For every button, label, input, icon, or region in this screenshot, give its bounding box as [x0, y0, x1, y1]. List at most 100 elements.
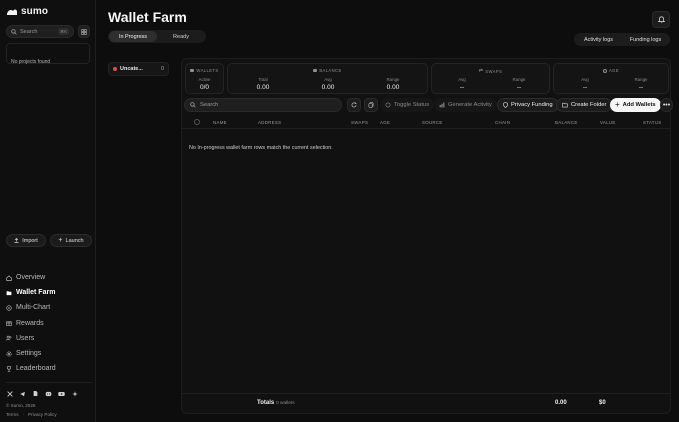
stat-value: 0.00: [386, 84, 400, 91]
app-root: sumo Search ⌘K No projects found Import …: [0, 0, 679, 422]
create-folder-button[interactable]: Create Folder: [556, 98, 613, 112]
gear-icon: [6, 351, 12, 357]
x-icon[interactable]: [6, 390, 13, 397]
stat-value: --: [582, 84, 588, 91]
totals-wallet-count: 0 wallets: [276, 401, 295, 406]
stat-value: 0.00: [256, 84, 270, 91]
toggle-status-label: Toggle Status: [394, 102, 430, 108]
search-icon: [11, 28, 17, 35]
youtube-icon[interactable]: [58, 390, 65, 397]
launch-button[interactable]: + Launch: [50, 234, 92, 247]
column-header-balance[interactable]: BALANCE: [555, 120, 578, 125]
toggle-status-button[interactable]: Toggle Status: [380, 98, 435, 112]
footer-links: Terms · Privacy Policy: [6, 412, 57, 417]
column-header-swaps[interactable]: SWAPS: [351, 120, 368, 125]
projects-list: No projects found: [6, 43, 90, 65]
stat-value: --: [459, 84, 465, 91]
folder-icon: [6, 290, 12, 296]
tab-funding-logs[interactable]: Funding logs: [622, 34, 669, 45]
stat-label: Avg: [581, 77, 589, 82]
sparkle-icon[interactable]: [71, 390, 78, 397]
balance-icon: [313, 69, 318, 72]
sidebar-item-label: Rewards: [16, 319, 44, 327]
sidebar-item-multi-chart[interactable]: Multi-Chart: [6, 300, 92, 315]
sidebar-item-settings[interactable]: Settings: [6, 346, 92, 361]
page-title: Wallet Farm: [108, 9, 187, 25]
stat-value: --: [638, 84, 644, 91]
column-header-address[interactable]: ADDRESS: [258, 120, 281, 125]
refresh-button[interactable]: [347, 98, 361, 112]
column-header-chain[interactable]: CHAIN: [495, 120, 510, 125]
telegram-icon[interactable]: [19, 390, 26, 397]
column-header-source[interactable]: SOURCE: [422, 120, 443, 125]
sidebar-item-overview[interactable]: Overview: [6, 270, 92, 285]
sidebar-search-input[interactable]: Search ⌘K: [6, 25, 74, 38]
sidebar-item-leaderboard[interactable]: Leaderboard: [6, 361, 92, 376]
privacy-link[interactable]: Privacy Policy: [28, 412, 57, 417]
folder-item-uncategorized[interactable]: Uncate... 0: [108, 62, 169, 76]
brand[interactable]: sumo: [6, 6, 48, 17]
more-options-button[interactable]: •••: [660, 98, 673, 112]
select-all-checkbox[interactable]: [194, 119, 200, 125]
tab-activity-logs[interactable]: Activity logs: [575, 34, 622, 45]
stat-card-age: AGE Avg -- Range --: [553, 63, 669, 94]
column-header-value[interactable]: VALUE: [600, 120, 616, 125]
rewards-icon: [6, 320, 12, 326]
tab-ready[interactable]: Ready: [157, 31, 205, 42]
clock-icon: [602, 68, 607, 73]
sidebar-item-label: Overview: [16, 274, 46, 282]
copyright: © Sumo, 2026: [6, 403, 36, 408]
tab-in-progress[interactable]: In Progress: [109, 31, 157, 42]
stat-card-wallets: WALLETS Active 0/0: [185, 63, 224, 94]
wallet-search-input[interactable]: Search: [184, 98, 342, 112]
ellipsis-icon: •••: [662, 101, 671, 109]
wallet-search-placeholder: Search: [200, 102, 219, 108]
stat-label: Range: [512, 77, 526, 82]
notifications-button[interactable]: [652, 11, 670, 28]
sidebar-item-users[interactable]: Users: [6, 331, 92, 346]
wallet-farm-panel: WALLETS Active 0/0 BALANCE Total 0.00 Av…: [181, 58, 673, 414]
stat-title: SWAPS: [485, 68, 503, 74]
plus-icon: +: [615, 100, 620, 109]
social-links: [6, 390, 78, 397]
projects-empty-text: No projects found: [11, 59, 51, 65]
copy-button[interactable]: [364, 98, 378, 112]
discord-icon[interactable]: [45, 390, 52, 397]
generate-activity-button[interactable]: Generate Activity: [434, 98, 497, 112]
column-header-age[interactable]: AGE: [380, 120, 390, 125]
stat-card-swaps: ⇄ SWAPS Avg -- Range --: [431, 63, 550, 94]
multi-chart-icon: [6, 305, 12, 311]
search-shortcut: ⌘K: [58, 28, 69, 35]
bell-icon: [657, 16, 665, 23]
folder-name: Uncate...: [120, 66, 143, 72]
trophy-icon: [6, 365, 12, 372]
stat-title: BALANCE: [319, 68, 342, 73]
stat-label: Avg: [324, 77, 332, 82]
table-header: NAME ADDRESS SWAPS AGE SOURCE CHAIN BALA…: [182, 117, 670, 129]
column-header-status[interactable]: STATUS: [643, 120, 661, 125]
sidebar-item-wallet-farm[interactable]: Wallet Farm: [6, 285, 92, 300]
grid-view-button[interactable]: [78, 25, 90, 38]
divider: [6, 382, 92, 383]
add-wallets-button[interactable]: + Add Wallets: [610, 98, 661, 112]
stat-label: Range: [634, 77, 648, 82]
stat-label: Range: [386, 77, 400, 82]
users-icon: [6, 335, 12, 341]
terms-link[interactable]: Terms: [6, 412, 19, 417]
docs-icon[interactable]: [32, 390, 39, 397]
sumo-logo-icon: [7, 9, 17, 15]
link-separator: ·: [22, 412, 25, 417]
sidebar: sumo Search ⌘K No projects found Import …: [0, 0, 96, 422]
sidebar-item-rewards[interactable]: Rewards: [6, 316, 92, 331]
stat-label: Avg: [458, 77, 466, 82]
privacy-funding-button[interactable]: Privacy Funding: [497, 98, 559, 112]
add-wallets-label: Add Wallets: [622, 102, 656, 108]
totals-label: Totals: [257, 400, 275, 406]
search-icon: [190, 102, 196, 108]
sidebar-search-placeholder: Search: [20, 28, 38, 35]
column-header-name[interactable]: NAME: [213, 120, 227, 125]
stat-value: 0/0: [199, 84, 210, 91]
copy-icon: [368, 102, 374, 108]
folder-plus-icon: [562, 102, 568, 108]
import-button[interactable]: Import: [6, 234, 46, 247]
